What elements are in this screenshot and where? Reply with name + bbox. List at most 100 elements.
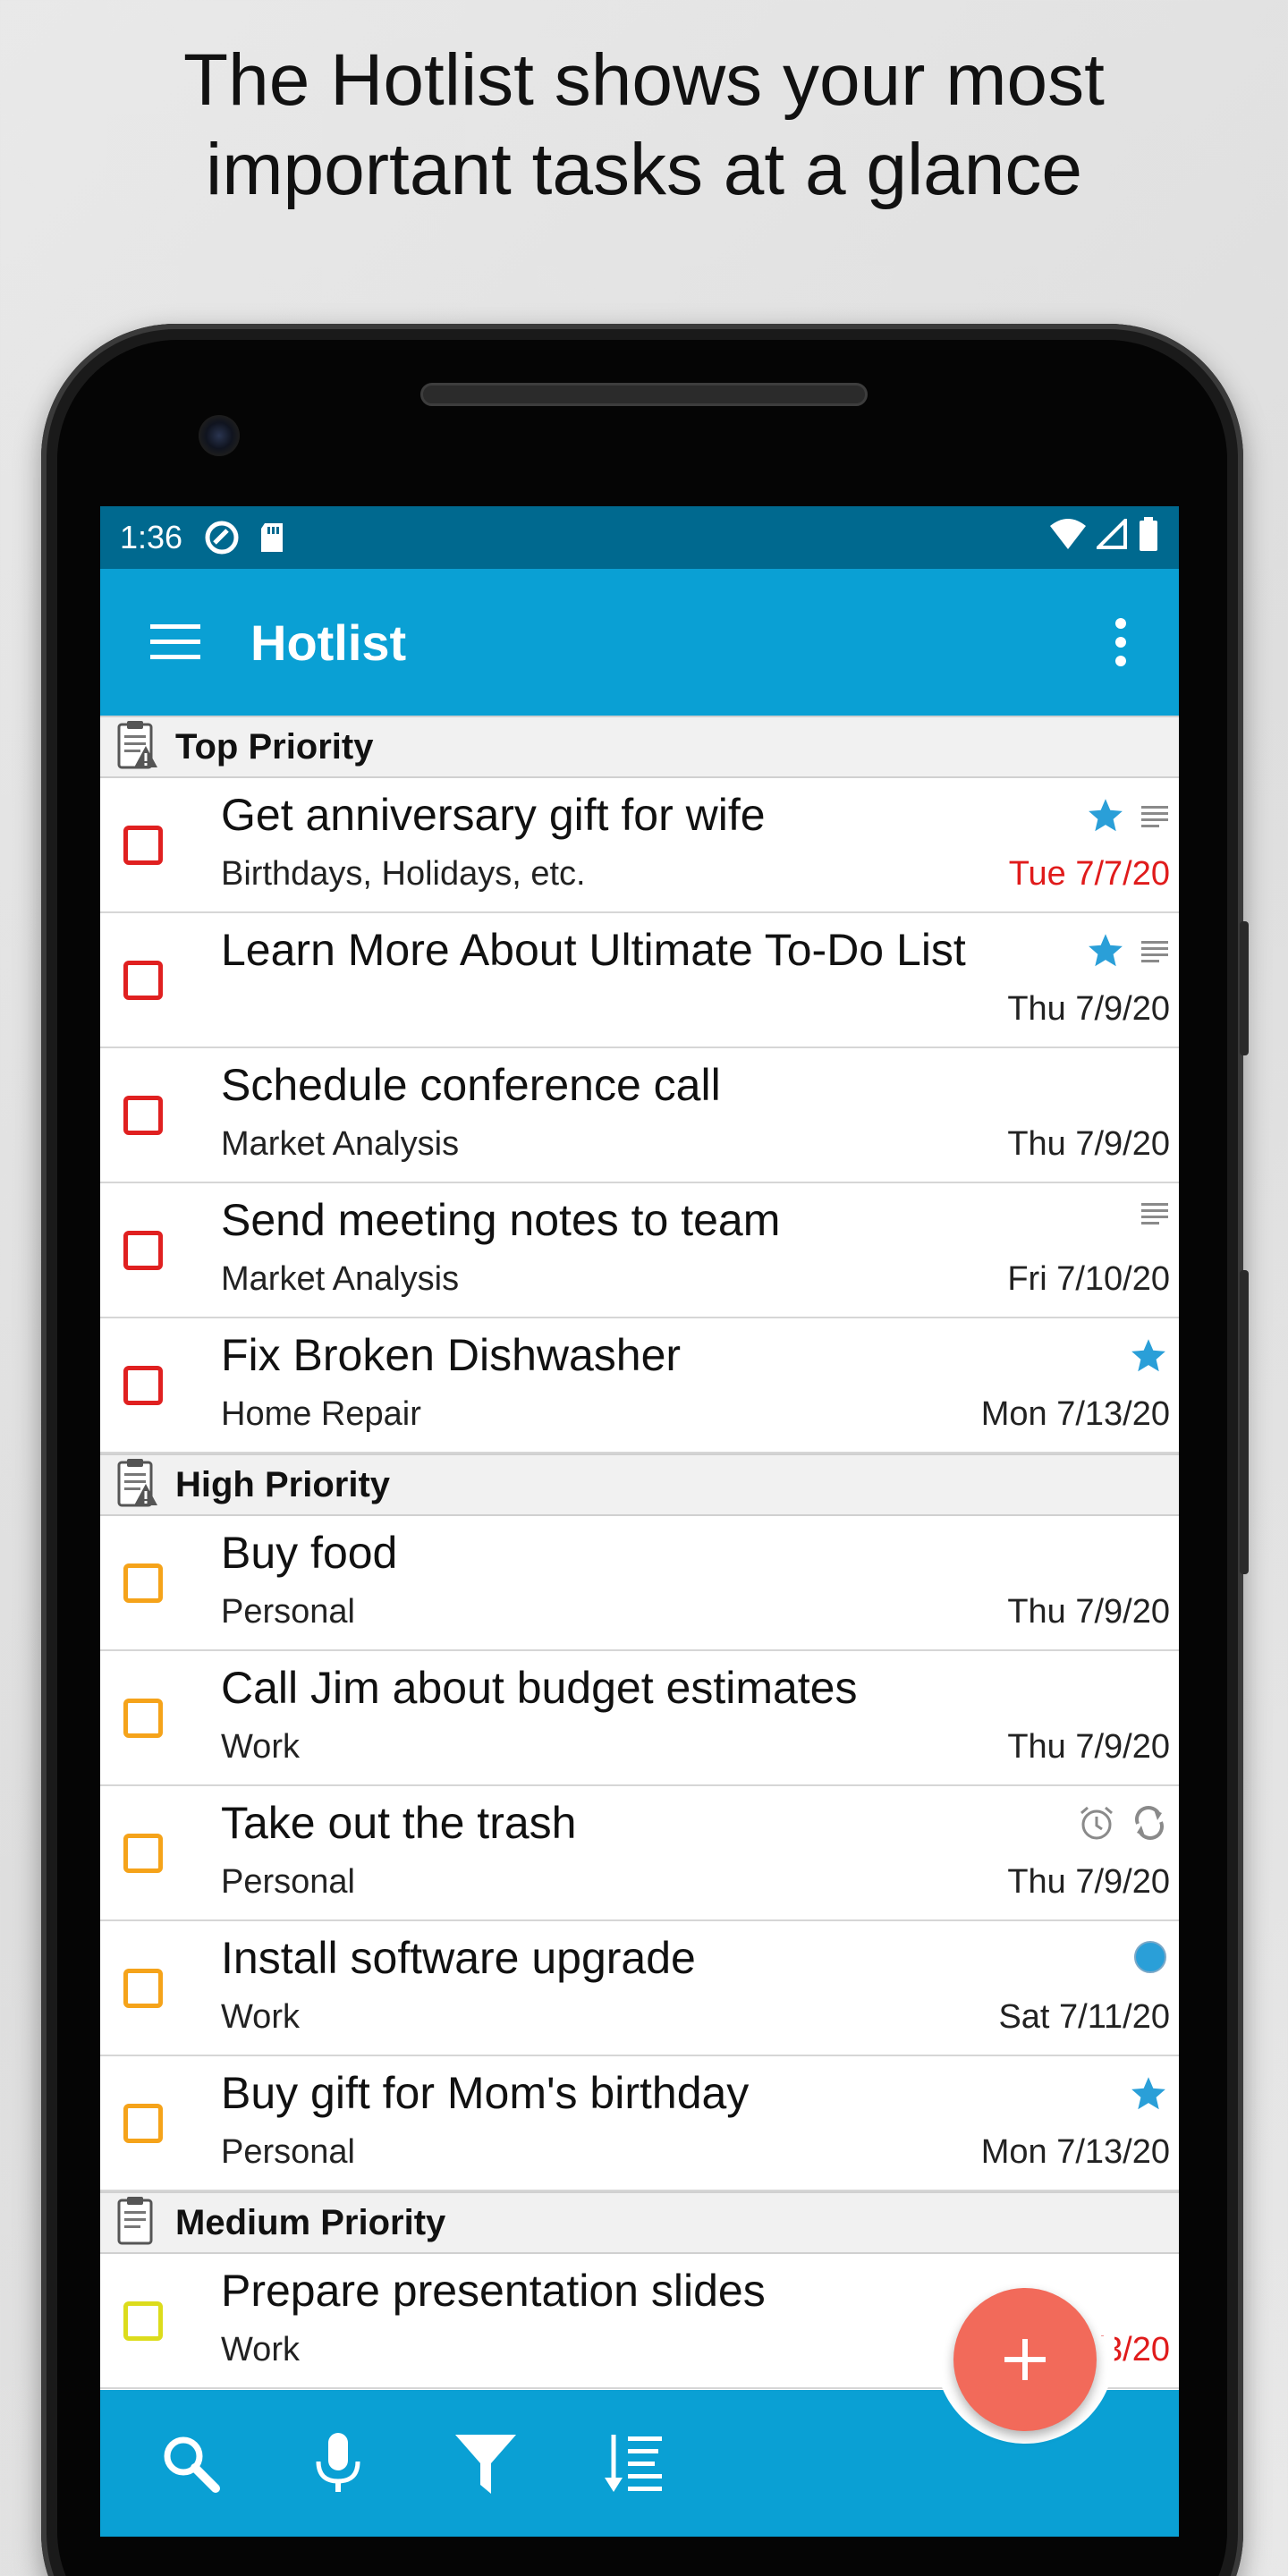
power-button (1240, 1270, 1249, 1574)
task-title: Call Jim about budget estimates (221, 1663, 858, 1713)
task-indicators (1129, 2074, 1168, 2114)
note-icon (1141, 1203, 1168, 1224)
star-icon (1089, 934, 1123, 967)
task-indicators (1129, 1336, 1168, 1376)
page-title: Hotlist (250, 614, 407, 671)
promo-headline: The Hotlist shows your most important ta… (0, 36, 1288, 215)
task-checkbox[interactable] (123, 2301, 163, 2341)
more-vert-icon[interactable] (1063, 569, 1179, 716)
task-category: Personal (221, 2133, 355, 2171)
task-indicators (1141, 1201, 1168, 1224)
task-due-date: Tue 7/7/20 (1008, 855, 1170, 893)
signal-icon (1094, 515, 1127, 557)
task-due-date: Fri 7/10/20 (1007, 1260, 1170, 1298)
task-title: Send meeting notes to team (221, 1195, 781, 1245)
task-row[interactable]: Schedule conference call Market Analysis T… (100, 1048, 1179, 1183)
search-icon[interactable] (116, 2390, 264, 2537)
task-title: Take out the trash (221, 1798, 577, 1848)
task-title: Buy gift for Mom's birthday (221, 2068, 750, 2118)
microphone-icon[interactable] (264, 2390, 411, 2537)
task-checkbox[interactable] (123, 1833, 163, 1873)
section-header-top[interactable]: Top Priority (100, 716, 1179, 778)
clipboard-icon (116, 2195, 159, 2251)
task-row[interactable]: Get anniversary gift for wife Birthdays, … (100, 778, 1179, 913)
headline-line-2: important tasks at a glance (206, 129, 1082, 210)
repeat-icon (1135, 1806, 1164, 1840)
task-row[interactable]: Buy gift for Mom's birthday Personal Mon 7… (100, 2056, 1179, 2191)
task-indicators (1086, 796, 1168, 835)
plus-icon (1004, 2339, 1046, 2380)
status-dot-icon (1134, 1941, 1166, 1973)
section-title: Medium Priority (175, 2202, 446, 2242)
task-checkbox[interactable] (123, 1095, 163, 1135)
front-camera (199, 415, 240, 456)
task-checkbox[interactable] (123, 1698, 163, 1738)
task-row[interactable]: Call Jim about budget estimates Work Thu 7… (100, 1651, 1179, 1786)
task-checkbox[interactable] (123, 1365, 163, 1405)
section-title: Top Priority (175, 726, 374, 767)
task-category: Work (221, 1998, 300, 2036)
wifi-icon (1050, 518, 1086, 557)
add-task-button[interactable] (953, 2288, 1097, 2431)
task-title: Install software upgrade (221, 1933, 696, 1983)
filter-icon[interactable] (411, 2390, 559, 2537)
hamburger-menu-icon[interactable] (100, 569, 250, 716)
task-indicators (1132, 1939, 1168, 1975)
star-icon (1089, 799, 1123, 832)
task-list: Top Priority Get anniversary gift for wif… (100, 716, 1179, 2389)
task-checkbox[interactable] (123, 1563, 163, 1603)
task-title: Get anniversary gift for wife (221, 790, 766, 840)
task-title: Prepare presentation slides (221, 2266, 766, 2316)
note-icon (1141, 941, 1168, 962)
task-due-date: Thu 7/9/20 (1007, 990, 1170, 1028)
task-due-date: Sat 7/11/20 (998, 1998, 1170, 2036)
priority-warning-icon (116, 719, 159, 775)
task-due-date: Thu 7/9/20 (1007, 1593, 1170, 1631)
priority-warning-icon (116, 1457, 159, 1513)
battery-icon (1138, 516, 1159, 559)
headline-line-1: The Hotlist shows your most (183, 39, 1105, 121)
status-bar: 1:36 (100, 506, 1179, 569)
task-indicators (1086, 931, 1168, 970)
sd-card-icon (258, 521, 286, 554)
task-row[interactable]: Send meeting notes to team Market Analysi… (100, 1183, 1179, 1318)
section-header-high[interactable]: High Priority (100, 1453, 1179, 1516)
task-category: Market Analysis (221, 1260, 460, 1298)
task-category: Personal (221, 1863, 355, 1901)
task-category: Home Repair (221, 1395, 421, 1433)
task-indicators (1079, 1804, 1168, 1842)
sync-icon (204, 520, 240, 555)
task-checkbox[interactable] (123, 825, 163, 865)
task-due-date: Thu 7/9/20 (1007, 1125, 1170, 1163)
section-title: High Priority (175, 1464, 391, 1504)
task-row[interactable]: Fix Broken Dishwasher Home Repair Mon 7/13… (100, 1318, 1179, 1453)
app-bar: Hotlist (100, 569, 1179, 716)
task-checkbox[interactable] (123, 2103, 163, 2143)
star-icon (1131, 2077, 1165, 2110)
task-category: Birthdays, Holidays, etc. (221, 855, 586, 893)
task-category: Personal (221, 1593, 355, 1631)
task-due-date: Mon 7/13/20 (980, 1395, 1170, 1433)
task-row[interactable]: Take out the trash Personal Thu 7/9/20 (100, 1786, 1179, 1921)
task-title: Learn More About Ultimate To-Do List (221, 925, 966, 975)
volume-button (1240, 921, 1249, 1055)
status-time: 1:36 (120, 519, 183, 555)
task-checkbox[interactable] (123, 1230, 163, 1270)
task-due-date: Thu 7/9/20 (1007, 1863, 1170, 1901)
task-due-date: Thu 7/9/20 (1007, 1728, 1170, 1766)
phone-screen: 1:36 Hotlist Top Priority Get anniversar… (100, 506, 1179, 2537)
task-row[interactable]: Install software upgrade Work Sat 7/11/20 (100, 1921, 1179, 2056)
alarm-icon (1080, 1806, 1113, 1840)
task-title: Schedule conference call (221, 1060, 721, 1110)
task-checkbox[interactable] (123, 960, 163, 1000)
task-category: Market Analysis (221, 1125, 460, 1163)
task-row[interactable]: Buy food Personal Thu 7/9/20 (100, 1516, 1179, 1651)
sort-icon[interactable] (559, 2390, 707, 2537)
section-header-medium[interactable]: Medium Priority (100, 2191, 1179, 2254)
task-title: Buy food (221, 1528, 398, 1578)
task-row[interactable]: Learn More About Ultimate To-Do List Thu … (100, 913, 1179, 1048)
task-checkbox[interactable] (123, 1968, 163, 2008)
earpiece-speaker (420, 383, 868, 406)
task-category: Work (221, 2331, 300, 2368)
task-due-date: Mon 7/13/20 (980, 2133, 1170, 2171)
